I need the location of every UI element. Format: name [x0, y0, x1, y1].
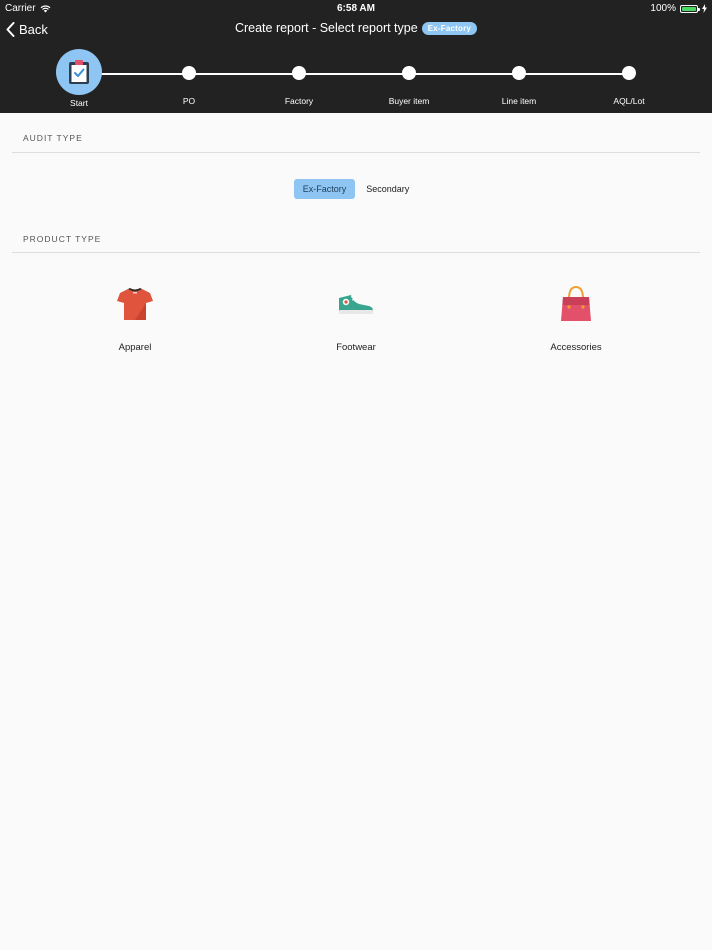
- page-title: Create report - Select report type: [234, 21, 418, 35]
- step-start-active[interactable]: [56, 49, 102, 95]
- step-factory-dot[interactable]: [292, 66, 306, 80]
- clipboard-check-icon: [69, 60, 89, 84]
- step-label-factory: Factory: [284, 96, 314, 106]
- step-line-item-dot[interactable]: [512, 66, 526, 80]
- step-buyer-item-dot[interactable]: [402, 66, 416, 80]
- product-footwear-label: Footwear: [336, 342, 376, 353]
- battery-percent: 100%: [650, 3, 676, 14]
- product-type-heading: PRODUCT TYPE: [23, 234, 102, 244]
- sneaker-icon: [336, 284, 376, 324]
- status-bar: Carrier 6:58 AM 100%: [0, 0, 712, 16]
- product-apparel[interactable]: Apparel: [65, 284, 205, 353]
- step-aql-lot-dot[interactable]: [622, 66, 636, 80]
- handbag-icon: [556, 284, 596, 324]
- step-label-start: Start: [70, 98, 88, 108]
- audit-type-segmented-control: Ex-Factory Secondary: [0, 179, 712, 199]
- product-accessories[interactable]: Accessories: [506, 284, 646, 353]
- step-label-line-item: Line item: [501, 96, 537, 106]
- product-apparel-label: Apparel: [118, 342, 152, 353]
- status-time: 6:58 AM: [337, 3, 375, 14]
- step-label-buyer-item: Buyer item: [388, 96, 430, 106]
- step-label-po: PO: [182, 96, 196, 106]
- stepper-track: [79, 73, 629, 75]
- step-label-aql-lot: AQL/Lot: [613, 96, 645, 106]
- audit-ex-factory-button[interactable]: Ex-Factory: [293, 179, 356, 199]
- product-footwear[interactable]: Footwear: [286, 284, 426, 353]
- status-battery-group: 100%: [650, 3, 707, 14]
- app-header: Carrier 6:58 AM 100% Back Create report …: [0, 0, 712, 113]
- nav-title-group: Create report - Select report type Ex-Fa…: [0, 21, 712, 35]
- audit-type-divider: [12, 152, 700, 153]
- battery-icon: [680, 4, 700, 13]
- charging-bolt-icon: [702, 4, 707, 13]
- audit-type-heading: AUDIT TYPE: [23, 133, 83, 143]
- step-po-dot[interactable]: [182, 66, 196, 80]
- product-type-divider: [12, 252, 700, 253]
- product-accessories-label: Accessories: [550, 342, 602, 353]
- audit-secondary-button[interactable]: Secondary: [357, 179, 418, 199]
- tshirt-icon: [115, 284, 155, 324]
- report-type-badge: Ex-Factory: [421, 21, 478, 35]
